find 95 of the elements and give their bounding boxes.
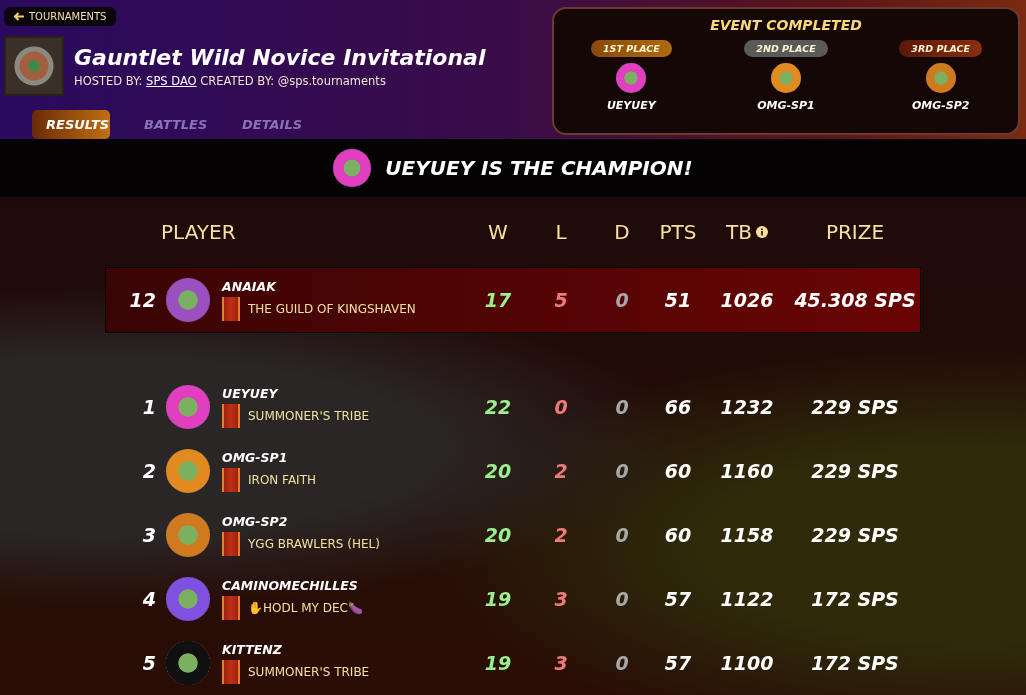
column-header: PTS	[658, 220, 698, 244]
guild-banner-icon	[222, 297, 240, 321]
pts-value: 51	[663, 289, 693, 311]
l-value: 2	[553, 460, 569, 482]
column-header: D	[613, 220, 631, 244]
player-avatar	[166, 577, 210, 621]
player-name[interactable]: UEYUEY	[606, 99, 656, 112]
player-avatar	[166, 641, 210, 685]
guild-banner-icon	[222, 468, 240, 492]
player-name[interactable]: ANAIAK	[222, 279, 416, 294]
player-avatar	[166, 513, 210, 557]
player-name[interactable]: OMG-SP1	[222, 450, 316, 465]
pts-value: 66	[663, 396, 693, 418]
guild-banner-icon	[222, 596, 240, 620]
rank-number: 4	[141, 588, 157, 610]
place-badge: 2ND PLACE	[744, 40, 828, 57]
place-badge: 3RD PLACE	[899, 40, 982, 57]
l-value: 2	[553, 524, 569, 546]
prize-value: 229 SPS	[810, 460, 900, 482]
back-link[interactable]: TOURNAMENTS	[4, 7, 117, 26]
d-value: 0	[614, 460, 630, 482]
tiebreak-value: 1158	[719, 524, 775, 546]
guild-banner-icon	[222, 532, 240, 556]
l-value: 3	[553, 588, 569, 610]
column-header: W	[487, 220, 509, 244]
d-value: 0	[614, 524, 630, 546]
arrow-left-icon	[14, 12, 25, 21]
player-name[interactable]: UEYUEY	[222, 386, 370, 401]
tab[interactable]: BATTLES	[130, 110, 208, 139]
guild-name[interactable]: IRON FAITH	[248, 473, 316, 487]
host-link[interactable]: SPS DAO	[146, 73, 197, 88]
rank-number: 1	[141, 396, 157, 418]
column-header: L	[554, 220, 568, 244]
l-value: 3	[553, 652, 569, 674]
tiebreak-value: 1122	[719, 588, 775, 610]
tiebreak-value: 1100	[719, 652, 775, 674]
tab[interactable]: DETAILS	[228, 110, 306, 139]
guild-name[interactable]: SUMMONER'S TRIBE	[248, 665, 370, 679]
player-avatar	[771, 63, 801, 93]
tournament-emblem-icon	[4, 36, 64, 96]
column-header: PRIZE	[824, 220, 886, 244]
tiebreak-value: 1026	[719, 289, 775, 311]
w-value: 19	[483, 588, 513, 610]
w-value: 22	[483, 396, 513, 418]
player-avatar	[925, 63, 956, 93]
player-name[interactable]: OMG-SP1	[757, 99, 815, 112]
player-avatar	[166, 385, 210, 429]
pts-value: 60	[663, 460, 693, 482]
guild-banner-icon	[222, 660, 240, 684]
event-status: EVENT COMPLETED	[710, 17, 862, 33]
rank-number: 3	[141, 524, 157, 546]
w-value: 19	[483, 652, 513, 674]
prize-value: 229 SPS	[810, 524, 900, 546]
tiebreak-value: 1232	[719, 396, 775, 418]
d-value: 0	[614, 588, 630, 610]
l-value: 5	[553, 289, 569, 311]
l-value: 0	[553, 396, 569, 418]
guild-name[interactable]: ✋HODL MY DEC🍆	[248, 601, 363, 615]
prize-value: 172 SPS	[810, 652, 900, 674]
guild-name[interactable]: THE GUILD OF KINGSHAVEN	[248, 302, 416, 316]
guild-banner-icon	[222, 404, 240, 428]
w-value: 17	[483, 289, 513, 311]
champion-avatar	[333, 149, 372, 188]
guild-name[interactable]: YGG BRAWLERS (HEL)	[248, 537, 380, 551]
prize-value: 229 SPS	[810, 396, 900, 418]
tournament-credits: HOSTED BY: SPS DAO CREATED BY: @sps.tournaments	[74, 73, 387, 88]
prize-value: 45.308 SPS	[793, 289, 917, 311]
guild-name[interactable]: SUMMONER'S TRIBE	[248, 409, 370, 423]
tiebreak-value: 1160	[719, 460, 775, 482]
player-avatar	[166, 449, 210, 493]
rank-number: 12	[128, 289, 157, 311]
column-header: PLAYER	[160, 220, 237, 244]
pts-value: 57	[663, 588, 693, 610]
column-header: TB	[726, 220, 752, 244]
info-icon[interactable]	[755, 226, 768, 238]
pts-value: 60	[663, 524, 693, 546]
d-value: 0	[614, 289, 630, 311]
pts-value: 57	[663, 652, 693, 674]
player-avatar	[166, 278, 210, 322]
player-name[interactable]: OMG-SP2	[911, 99, 970, 112]
rank-number: 2	[141, 460, 157, 482]
tournament-title: Gauntlet Wild Novice Invitational	[74, 44, 486, 70]
rank-number: 5	[141, 652, 157, 674]
champion-text: UEYUEY IS THE CHAMPION!	[385, 156, 693, 181]
prize-value: 172 SPS	[810, 588, 900, 610]
tab[interactable]: RESULTS	[32, 110, 110, 139]
d-value: 0	[614, 396, 630, 418]
d-value: 0	[614, 652, 630, 674]
w-value: 20	[483, 460, 513, 482]
w-value: 20	[483, 524, 513, 546]
player-name[interactable]: KITTENZ	[222, 642, 370, 657]
player-avatar	[616, 63, 647, 93]
player-name[interactable]: CAMINOMECHILLES	[222, 578, 363, 593]
player-name[interactable]: OMG-SP2	[222, 514, 380, 529]
place-badge: 1ST PLACE	[590, 40, 672, 57]
